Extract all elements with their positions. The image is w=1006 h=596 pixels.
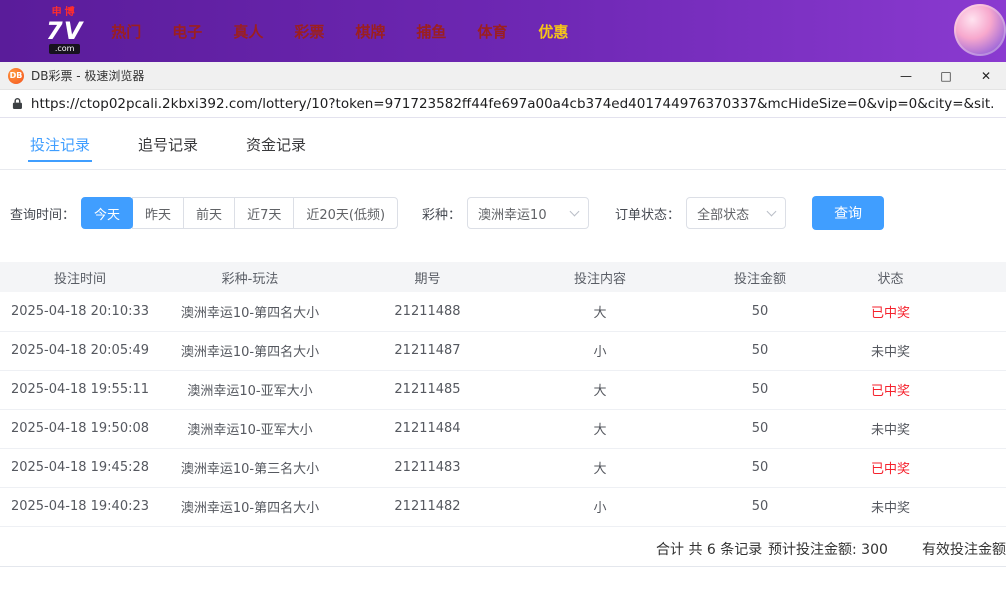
cell-game: 澳洲幸运10-第四名大小 xyxy=(160,487,340,526)
cell-issue: 21211485 xyxy=(340,370,515,409)
cell-status: 已中奖 xyxy=(835,448,1006,487)
maximize-button[interactable]: □ xyxy=(926,62,966,90)
table-row: 2025-04-18 19:55:11 澳洲幸运10-亚军大小 21211485… xyxy=(0,370,1006,409)
cell-issue: 21211484 xyxy=(340,409,515,448)
query-time-label: 查询时间： xyxy=(10,204,75,223)
site-logo-text-main: 7V xyxy=(46,19,83,43)
site-logo-text-suffix: .com xyxy=(49,44,81,54)
nav-item-hot[interactable]: 热门 xyxy=(111,21,141,42)
nav-item-board-games[interactable]: 棋牌 xyxy=(355,21,385,42)
cell-content: 小 xyxy=(515,331,685,370)
cell-amount: 50 xyxy=(685,487,835,526)
summary-total: 合计 共 6 条记录 xyxy=(656,539,762,559)
nav-item-sports[interactable]: 体育 xyxy=(477,21,507,42)
cell-issue: 21211483 xyxy=(340,448,515,487)
user-avatar[interactable] xyxy=(954,4,1006,56)
cell-game: 澳洲幸运10-第四名大小 xyxy=(160,292,340,331)
time-filter-last-20-days[interactable]: 近20天(低频) xyxy=(293,197,398,229)
cell-bet-time: 2025-04-18 20:10:33 xyxy=(0,292,160,331)
minimize-button[interactable]: — xyxy=(886,62,926,90)
nav-item-live[interactable]: 真人 xyxy=(233,21,263,42)
cell-issue: 21211488 xyxy=(340,292,515,331)
cell-game: 澳洲幸运10-亚军大小 xyxy=(160,370,340,409)
tab-chase-records[interactable]: 追号记录 xyxy=(136,134,200,169)
cell-content: 小 xyxy=(515,487,685,526)
tab-bet-records[interactable]: 投注记录 xyxy=(28,134,92,169)
cell-game: 澳洲幸运10-第三名大小 xyxy=(160,448,340,487)
lottery-select[interactable]: 澳洲幸运10 xyxy=(467,197,589,229)
time-filter-last-7-days[interactable]: 近7天 xyxy=(234,197,294,229)
chevron-down-icon xyxy=(570,207,580,217)
chevron-down-icon xyxy=(767,207,777,217)
order-status-select[interactable]: 全部状态 xyxy=(686,197,786,229)
table-row: 2025-04-18 19:50:08 澳洲幸运10-亚军大小 21211484… xyxy=(0,409,1006,448)
col-header-content: 投注内容 xyxy=(515,262,685,292)
table-row: 2025-04-18 19:45:28 澳洲幸运10-第三名大小 2121148… xyxy=(0,448,1006,487)
browser-addressbar[interactable]: https://ctop02pcali.2kbxi392.com/lottery… xyxy=(0,90,1006,118)
nav-item-lottery[interactable]: 彩票 xyxy=(294,21,324,42)
lottery-select-value: 澳洲幸运10 xyxy=(478,204,547,223)
summary-valid-amount: 有效投注金额 xyxy=(922,539,1006,559)
time-filter-today[interactable]: 今天 xyxy=(81,197,133,229)
cell-amount: 50 xyxy=(685,370,835,409)
time-filter-yesterday[interactable]: 昨天 xyxy=(132,197,184,229)
cell-game: 澳洲幸运10-第四名大小 xyxy=(160,331,340,370)
nav-item-promotions[interactable]: 优惠 xyxy=(538,21,568,42)
cell-content: 大 xyxy=(515,448,685,487)
lottery-label: 彩种： xyxy=(422,204,461,223)
cell-amount: 50 xyxy=(685,331,835,370)
cell-game: 澳洲幸运10-亚军大小 xyxy=(160,409,340,448)
cell-status: 已中奖 xyxy=(835,292,1006,331)
cell-status: 未中奖 xyxy=(835,331,1006,370)
table-row: 2025-04-18 20:10:33 澳洲幸运10-第四名大小 2121148… xyxy=(0,292,1006,331)
table-row: 2025-04-18 20:05:49 澳洲幸运10-第四名大小 2121148… xyxy=(0,331,1006,370)
cell-issue: 21211487 xyxy=(340,331,515,370)
site-logo[interactable]: 申博 7V .com xyxy=(46,8,83,54)
window-controls: — □ ✕ xyxy=(886,62,1006,90)
site-header: 申博 7V .com 热门 电子 真人 彩票 棋牌 捕鱼 体育 优惠 xyxy=(0,0,1006,62)
order-status-select-value: 全部状态 xyxy=(697,204,749,223)
col-header-issue: 期号 xyxy=(340,262,515,292)
cell-bet-time: 2025-04-18 19:55:11 xyxy=(0,370,160,409)
cell-amount: 50 xyxy=(685,409,835,448)
tab-fund-records[interactable]: 资金记录 xyxy=(244,134,308,169)
search-button[interactable]: 查询 xyxy=(812,196,884,230)
cell-status: 未中奖 xyxy=(835,487,1006,526)
time-filter-group: 今天 昨天 前天 近7天 近20天(低频) xyxy=(81,197,398,229)
time-filter-day-before[interactable]: 前天 xyxy=(183,197,235,229)
close-button[interactable]: ✕ xyxy=(966,62,1006,90)
url-text: https://ctop02pcali.2kbxi392.com/lottery… xyxy=(31,96,994,112)
cell-issue: 21211482 xyxy=(340,487,515,526)
summary-bar: 合计 共 6 条记录 预计投注金额: 300 有效投注金额 xyxy=(0,527,1006,567)
cell-bet-time: 2025-04-18 19:45:28 xyxy=(0,448,160,487)
cell-content: 大 xyxy=(515,370,685,409)
cell-amount: 50 xyxy=(685,292,835,331)
main-nav: 热门 电子 真人 彩票 棋牌 捕鱼 体育 优惠 xyxy=(111,21,568,42)
table-row: 2025-04-18 19:40:23 澳洲幸运10-第四名大小 2121148… xyxy=(0,487,1006,526)
cell-bet-time: 2025-04-18 20:05:49 xyxy=(0,331,160,370)
cell-bet-time: 2025-04-18 19:40:23 xyxy=(0,487,160,526)
nav-item-fishing[interactable]: 捕鱼 xyxy=(416,21,446,42)
col-header-game: 彩种-玩法 xyxy=(160,262,340,292)
nav-item-electronic[interactable]: 电子 xyxy=(172,21,202,42)
browser-titlebar: DB DB彩票 - 极速浏览器 — □ ✕ xyxy=(0,62,1006,90)
bet-records-table: 投注时间 彩种-玩法 期号 投注内容 投注金额 状态 2025-04-18 20… xyxy=(0,262,1006,527)
cell-bet-time: 2025-04-18 19:50:08 xyxy=(0,409,160,448)
filter-bar: 查询时间： 今天 昨天 前天 近7天 近20天(低频) 彩种： 澳洲幸运10 订… xyxy=(0,196,1006,230)
cell-content: 大 xyxy=(515,292,685,331)
cell-amount: 50 xyxy=(685,448,835,487)
window-title: DB彩票 - 极速浏览器 xyxy=(31,67,144,84)
table-header-row: 投注时间 彩种-玩法 期号 投注内容 投注金额 状态 xyxy=(0,262,1006,292)
lock-icon xyxy=(12,97,23,110)
cell-content: 大 xyxy=(515,409,685,448)
cell-status: 已中奖 xyxy=(835,370,1006,409)
cell-status: 未中奖 xyxy=(835,409,1006,448)
summary-expected-amount: 预计投注金额: 300 xyxy=(768,539,888,559)
browser-favicon-icon: DB xyxy=(8,68,24,84)
col-header-amount: 投注金额 xyxy=(685,262,835,292)
col-header-status: 状态 xyxy=(835,262,1006,292)
tab-bar: 投注记录 追号记录 资金记录 xyxy=(0,118,1006,170)
order-status-label: 订单状态： xyxy=(615,204,680,223)
col-header-bet-time: 投注时间 xyxy=(0,262,160,292)
